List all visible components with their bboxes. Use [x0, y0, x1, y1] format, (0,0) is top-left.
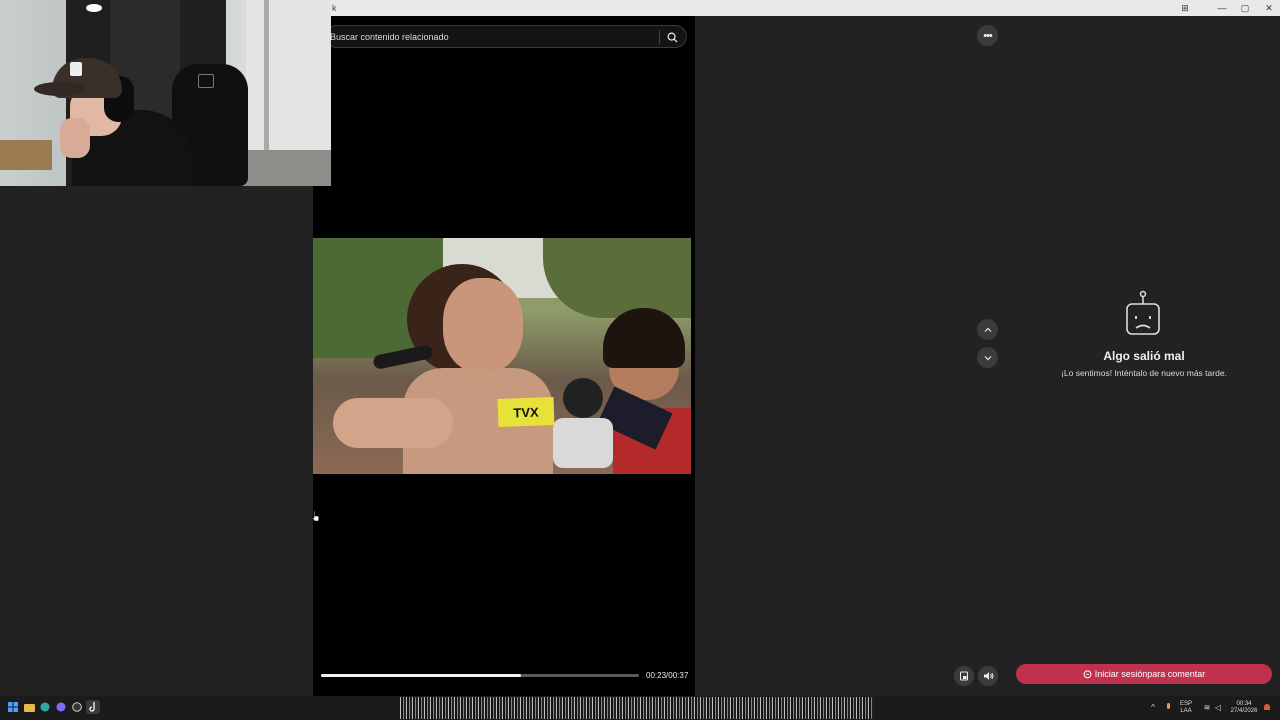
webcam-chair-logo: [198, 74, 214, 88]
chevron-down-icon: [984, 355, 991, 360]
sad-robot-icon: [1126, 290, 1160, 335]
volume-icon: [983, 672, 993, 680]
search-input[interactable]: Buscar contenido relacionado: [330, 32, 449, 42]
webcam-ceiling-light: [86, 4, 102, 12]
webcam-cap-logo: [70, 62, 82, 76]
tray-date: 27/4/2026: [1230, 708, 1258, 714]
more-options-button[interactable]: •••: [977, 25, 998, 46]
tray-time: 00:34: [1236, 701, 1252, 707]
tray-speaker-icon[interactable]: ◁: [1211, 700, 1225, 714]
video-microphone: [553, 418, 613, 468]
tray-clock[interactable]: 00:34 27/4/2026: [1227, 701, 1261, 715]
login-button-label: Iniciar sesiónpara comentar: [1094, 669, 1206, 679]
search-divider: [659, 30, 660, 44]
window-title: k: [332, 3, 337, 13]
error-message: ¡Lo sentimos! Inténtalo de nuevo más tar…: [1061, 368, 1227, 378]
error-title: Algo salió mal: [1103, 349, 1185, 363]
tray-language-layout: LAA: [1180, 708, 1192, 714]
video-frame[interactable]: TVX: [313, 238, 691, 474]
taskbar-obs[interactable]: [70, 700, 84, 714]
video-microphone: [563, 378, 603, 418]
minimize-button[interactable]: —: [1211, 2, 1233, 14]
search-button[interactable]: [662, 27, 682, 47]
close-button[interactable]: ✕: [1258, 2, 1280, 14]
tray-language[interactable]: ESP LAA: [1180, 701, 1192, 715]
browser-icon: [40, 702, 50, 712]
webcam-cap-brim: [34, 82, 86, 96]
tray-notification-icon[interactable]: [1260, 700, 1274, 714]
maximize-button[interactable]: ▢: [1234, 2, 1256, 14]
windows-start-button[interactable]: [6, 700, 20, 714]
login-to-comment-button[interactable]: Iniciar sesiónpara comentar: [1016, 664, 1272, 684]
taskbar-app[interactable]: [54, 700, 68, 714]
window-menu-icon[interactable]: ⊞: [1174, 2, 1196, 14]
video-progress-bar[interactable]: [321, 674, 639, 677]
webcam-desk: [0, 140, 52, 170]
obs-icon: [72, 702, 82, 712]
video-tree: [543, 238, 691, 318]
folder-icon: [23, 703, 35, 712]
video-hands: [333, 398, 453, 448]
tray-microphone-icon[interactable]: [1161, 700, 1175, 714]
tiktok-icon: [88, 702, 95, 712]
taskbar-tiktok[interactable]: [86, 700, 100, 714]
tray-chevron-up-icon[interactable]: ^: [1146, 700, 1160, 714]
search-bar[interactable]: Buscar contenido relacionado: [325, 25, 687, 48]
webcam-person-hand: [60, 118, 90, 158]
tvx-mic-flag: TVX: [497, 397, 555, 427]
tray-language-code: ESP: [1180, 701, 1193, 707]
video-time: 00:23/00:37: [646, 671, 689, 680]
video-progress-fill: [321, 674, 522, 677]
taskbar-edge[interactable]: [38, 700, 52, 714]
webcam-overlay: [0, 0, 331, 186]
mini-player-button[interactable]: [954, 666, 974, 686]
chevron-up-icon: [984, 327, 991, 332]
volume-button[interactable]: [978, 666, 998, 686]
comment-icon: [1083, 669, 1092, 679]
next-video-button[interactable]: [977, 347, 998, 368]
taskbar-video-artifact: [400, 697, 874, 719]
mouse-cursor-icon: [312, 510, 320, 522]
mini-player-icon: [960, 671, 968, 681]
taskbar-file-explorer[interactable]: [22, 700, 36, 714]
video-person-face: [443, 278, 523, 373]
windows-start-icon: [8, 702, 18, 712]
search-icon: [667, 32, 678, 43]
previous-video-button[interactable]: [977, 319, 998, 340]
more-icon: •••: [983, 29, 993, 42]
app-icon: [56, 702, 66, 712]
